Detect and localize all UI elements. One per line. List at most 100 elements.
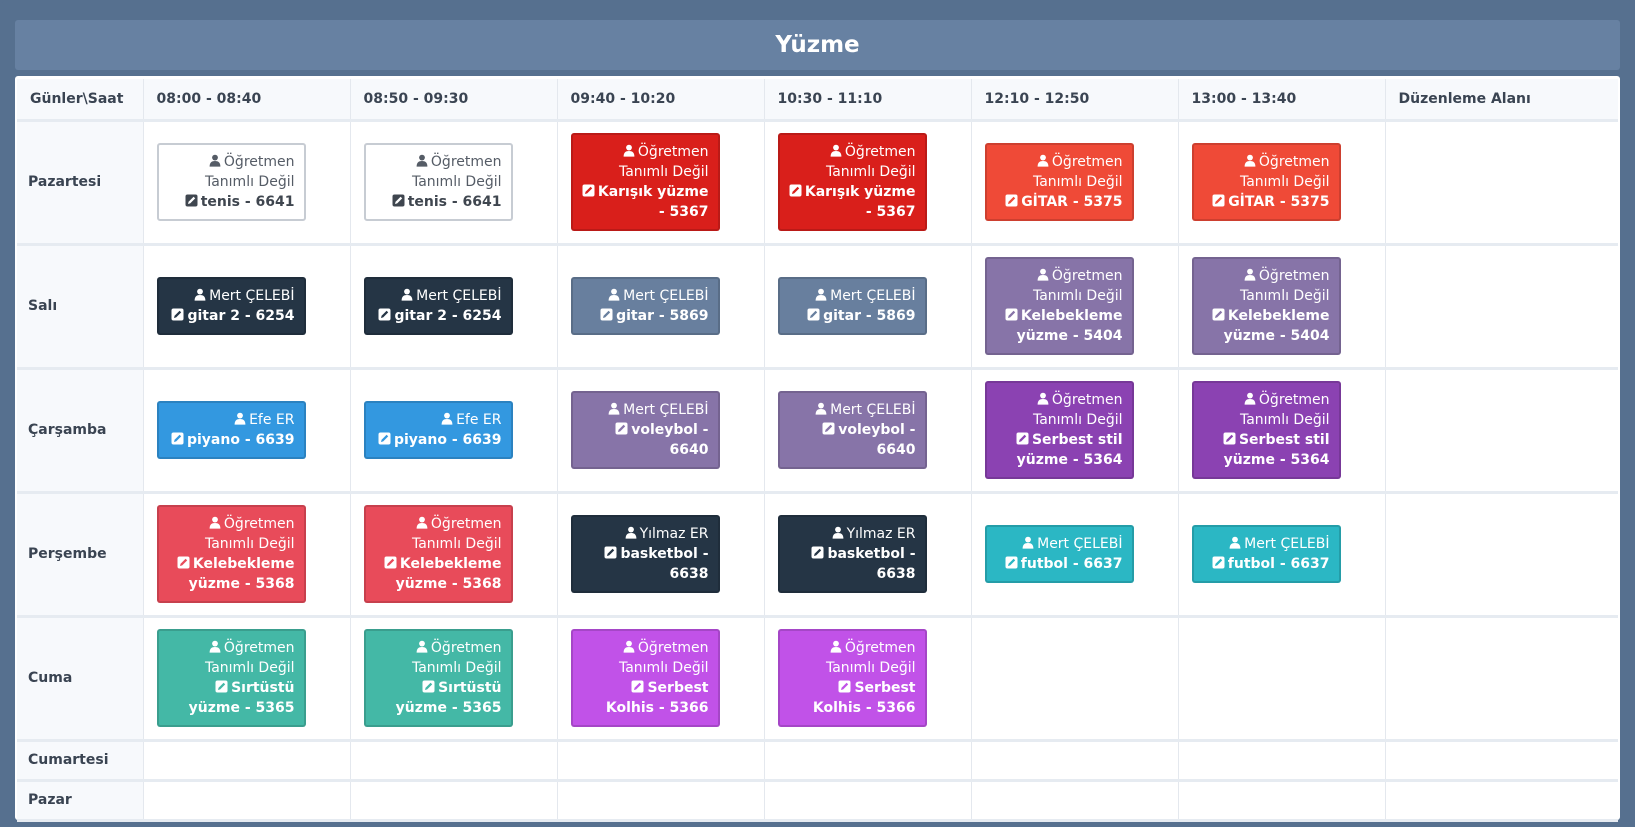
slot-cell[interactable] bbox=[143, 780, 351, 822]
lesson-card[interactable]: Yılmaz ER basketbol - 6638 bbox=[570, 515, 720, 593]
edit-icon bbox=[807, 308, 820, 321]
slot-cell[interactable] bbox=[764, 780, 972, 822]
day-label: Pazartesi bbox=[17, 120, 144, 246]
teacher-name: Mert ÇELEBİ bbox=[786, 286, 916, 306]
lesson-card[interactable]: Öğretmen Tanımlı Değil Kelebekleme yüzme … bbox=[156, 505, 306, 603]
course-name: gitar - 5869 bbox=[786, 306, 916, 326]
course-name: piyano - 6639 bbox=[372, 430, 502, 450]
slot-cell[interactable] bbox=[971, 740, 1179, 782]
edit-icon bbox=[1212, 194, 1225, 207]
edit-icon bbox=[789, 184, 802, 197]
edit-area-cell[interactable] bbox=[1385, 740, 1618, 782]
edit-area-cell[interactable] bbox=[1385, 368, 1618, 494]
edit-area-header: Düzenleme Alanı bbox=[1385, 79, 1618, 122]
teacher-name: Yılmaz ER bbox=[786, 524, 916, 544]
course-name: voleybol - 6640 bbox=[786, 420, 916, 460]
slot-cell: Öğretmen Tanımlı Değil Serbest Kolhis - 5… bbox=[557, 616, 765, 742]
user-icon bbox=[1244, 154, 1256, 167]
edit-area-cell[interactable] bbox=[1385, 492, 1618, 618]
lesson-card[interactable]: Efe ER piyano - 6639 bbox=[363, 401, 513, 459]
course-text: piyano - 6639 bbox=[186, 432, 295, 448]
user-icon bbox=[608, 402, 620, 415]
user-icon bbox=[209, 640, 221, 653]
lesson-card[interactable]: Öğretmen Tanımlı Değil GİTAR - 5375 bbox=[984, 143, 1134, 221]
teacher-name: Öğretmen Tanımlı Değil bbox=[993, 390, 1123, 430]
user-icon bbox=[401, 288, 413, 301]
course-name: basketbol - 6638 bbox=[579, 544, 709, 584]
edit-icon bbox=[582, 184, 595, 197]
page-title: Yüzme bbox=[15, 20, 1620, 70]
slot-cell: Mert ÇELEBİ gitar 2 - 6254 bbox=[143, 244, 351, 370]
edit-area-cell[interactable] bbox=[1385, 780, 1618, 822]
lesson-card[interactable]: Mert ÇELEBİ gitar - 5869 bbox=[777, 277, 927, 335]
lesson-card[interactable]: Öğretmen Tanımlı Değil Kelebekleme yüzme … bbox=[1191, 257, 1341, 355]
lesson-card[interactable]: Efe ER piyano - 6639 bbox=[156, 401, 306, 459]
course-text: futbol - 6637 bbox=[1020, 556, 1123, 572]
lesson-card[interactable]: Öğretmen Tanımlı Değil Serbest Kolhis - 5… bbox=[570, 629, 720, 727]
day-row: Cuma Öğretmen Tanımlı Değil Sırtüstü yüzme… bbox=[17, 616, 1618, 742]
edit-area-cell[interactable] bbox=[1385, 244, 1618, 370]
teacher-name: Öğretmen Tanımlı Değil bbox=[165, 638, 295, 678]
lesson-card[interactable]: Mert ÇELEBİ gitar 2 - 6254 bbox=[156, 277, 306, 335]
slot-cell: Yılmaz ER basketbol - 6638 bbox=[764, 492, 972, 618]
slot-cell[interactable] bbox=[1178, 740, 1386, 782]
lesson-card[interactable]: Mert ÇELEBİ futbol - 6637 bbox=[1191, 525, 1341, 583]
day-row: Salı Mert ÇELEBİ gitar 2 - 6254 Mert ÇELEBİ… bbox=[17, 244, 1618, 370]
lesson-card[interactable]: Mert ÇELEBİ gitar 2 - 6254 bbox=[363, 277, 513, 335]
lesson-card[interactable]: Öğretmen Tanımlı Değil Sırtüstü yüzme - 5… bbox=[156, 629, 306, 727]
edit-area-cell[interactable] bbox=[1385, 120, 1618, 246]
slot-cell[interactable] bbox=[971, 780, 1179, 822]
lesson-card[interactable]: Öğretmen Tanımlı Değil Kelebekleme yüzme … bbox=[363, 505, 513, 603]
slot-cell[interactable] bbox=[557, 780, 765, 822]
course-text: futbol - 6637 bbox=[1227, 556, 1330, 572]
lesson-card[interactable]: Öğretmen Tanımlı Değil Serbest stil yüzme… bbox=[1191, 381, 1341, 479]
lesson-card[interactable]: Öğretmen Tanımlı Değil Sırtüstü yüzme - 5… bbox=[363, 629, 513, 727]
edit-icon bbox=[1005, 308, 1018, 321]
lesson-card[interactable]: Öğretmen Tanımlı Değil tenis - 6641 bbox=[156, 143, 306, 221]
lesson-card[interactable]: Mert ÇELEBİ gitar - 5869 bbox=[570, 277, 720, 335]
teacher-text: Mert ÇELEBİ bbox=[416, 288, 502, 304]
slot-cell[interactable] bbox=[1178, 616, 1386, 742]
teacher-text: Yılmaz ER bbox=[639, 526, 709, 542]
lesson-card[interactable]: Öğretmen Tanımlı Değil Karışık yüzme - 53… bbox=[570, 133, 720, 231]
user-icon bbox=[815, 402, 827, 415]
user-icon bbox=[416, 640, 428, 653]
lesson-card[interactable]: Mert ÇELEBİ voleybol - 6640 bbox=[570, 391, 720, 469]
course-name: gitar 2 - 6254 bbox=[372, 306, 502, 326]
slot-cell[interactable] bbox=[143, 740, 351, 782]
slot-cell[interactable] bbox=[971, 616, 1179, 742]
user-icon bbox=[832, 526, 843, 539]
slot-cell[interactable] bbox=[557, 740, 765, 782]
lesson-card[interactable]: Öğretmen Tanımlı Değil tenis - 6641 bbox=[363, 143, 513, 221]
course-name: GİTAR - 5375 bbox=[993, 192, 1123, 212]
user-icon bbox=[416, 154, 428, 167]
edit-icon bbox=[615, 422, 628, 435]
lesson-card[interactable]: Öğretmen Tanımlı Değil Karışık yüzme - 53… bbox=[777, 133, 927, 231]
lesson-card[interactable]: Yılmaz ER basketbol - 6638 bbox=[777, 515, 927, 593]
lesson-card[interactable]: Öğretmen Tanımlı Değil GİTAR - 5375 bbox=[1191, 143, 1341, 221]
slot-cell: Mert ÇELEBİ gitar 2 - 6254 bbox=[350, 244, 558, 370]
course-text: voleybol - 6640 bbox=[631, 422, 709, 458]
course-name: Karışık yüzme - 5367 bbox=[579, 182, 709, 222]
slot-cell[interactable] bbox=[1178, 780, 1386, 822]
lesson-card[interactable]: Öğretmen Tanımlı Değil Kelebekleme yüzme … bbox=[984, 257, 1134, 355]
user-icon bbox=[1022, 536, 1034, 549]
lesson-card[interactable]: Mert ÇELEBİ voleybol - 6640 bbox=[777, 391, 927, 469]
course-text: basketbol - 6638 bbox=[620, 546, 709, 582]
slot-cell: Mert ÇELEBİ gitar - 5869 bbox=[764, 244, 972, 370]
edit-area-cell[interactable] bbox=[1385, 616, 1618, 742]
slot-cell: Öğretmen Tanımlı Değil Kelebekleme yüzme … bbox=[971, 244, 1179, 370]
edit-icon bbox=[378, 432, 391, 445]
lesson-card[interactable]: Mert ÇELEBİ futbol - 6637 bbox=[984, 525, 1134, 583]
lesson-card[interactable]: Öğretmen Tanımlı Değil Serbest stil yüzme… bbox=[984, 381, 1134, 479]
user-icon bbox=[1037, 154, 1049, 167]
slot-cell[interactable] bbox=[350, 780, 558, 822]
schedule-body: Pazartesi Öğretmen Tanımlı Değil tenis - 6… bbox=[17, 120, 1618, 822]
lesson-card[interactable]: Öğretmen Tanımlı Değil Serbest Kolhis - 5… bbox=[777, 629, 927, 727]
slot-cell: Öğretmen Tanımlı Değil Kelebekleme yüzme … bbox=[350, 492, 558, 618]
slot-cell[interactable] bbox=[350, 740, 558, 782]
edit-icon bbox=[185, 194, 198, 207]
teacher-text: Efe ER bbox=[456, 412, 502, 428]
slot-cell[interactable] bbox=[764, 740, 972, 782]
user-icon bbox=[623, 640, 635, 653]
